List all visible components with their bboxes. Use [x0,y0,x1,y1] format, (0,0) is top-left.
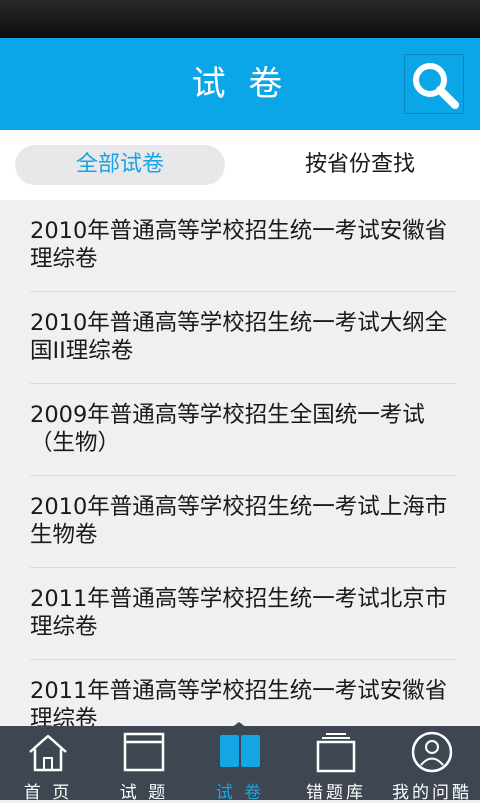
app-header: 试 卷 [0,38,480,130]
user-icon [411,731,453,773]
tab-label: 试 题 [119,783,169,803]
status-bar [0,0,480,38]
search-button[interactable] [404,54,464,114]
questions-icon [123,732,165,772]
list-item[interactable]: 2011年普通高等学校招生统一考试北京市理综卷 [0,568,480,660]
home-icon [29,734,67,772]
list-item[interactable]: 2010年普通高等学校招生统一考试上海市生物卷 [0,476,480,568]
tab-mistakes[interactable]: 错题库 [288,726,384,803]
stack-icon [316,733,356,773]
list-item[interactable]: 2009年普通高等学校招生全国统一考试（生物） [0,384,480,476]
tab-questions[interactable]: 试 题 [96,726,192,803]
search-icon [413,63,459,109]
tab-home[interactable]: 首 页 [0,726,96,803]
tab-by-province[interactable]: 按省份查找 [255,145,465,185]
tab-papers[interactable]: 试 卷 [192,726,288,803]
list-item[interactable]: 2010年普通高等学校招生统一考试安徽省理综卷 [0,200,480,292]
bottom-tab-bar: 首 页 试 题 试 卷 错题库 我的问酷 [0,726,480,803]
segment-tabs: 全部试卷 按省份查找 [0,130,480,200]
tab-my-wenku[interactable]: 我的问酷 [384,726,480,803]
tab-label: 试 卷 [215,783,265,803]
tab-all-papers[interactable]: 全部试卷 [15,145,225,185]
tab-label: 错题库 [306,783,366,803]
paper-list: 2010年普通高等学校招生统一考试安徽省理综卷 2010年普通高等学校招生统一考… [0,200,480,726]
list-item[interactable]: 2010年普通高等学校招生统一考试大纲全国II理综卷 [0,292,480,384]
tab-label: 首 页 [23,783,73,803]
open-book-icon [220,733,260,770]
tab-label: 我的问酷 [392,783,472,803]
list-item[interactable]: 2011年普通高等学校招生统一考试安徽省理综卷 [0,660,480,726]
